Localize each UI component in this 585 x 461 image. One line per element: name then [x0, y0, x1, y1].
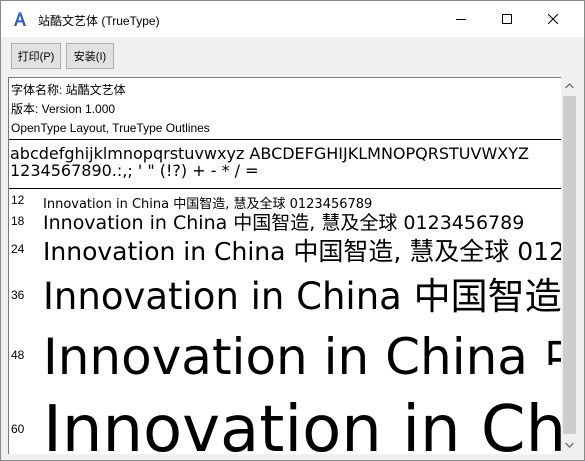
scrollbar-thumb[interactable]: [563, 96, 576, 434]
vertical-scrollbar[interactable]: [561, 77, 578, 453]
maximize-icon: [502, 14, 512, 24]
sample-text: Innovation in China 中国智造, 慧及全球 012345678…: [43, 275, 561, 318]
title-bar[interactable]: 站酷文艺体 (TrueType): [1, 1, 584, 37]
font-a-icon: [11, 10, 29, 28]
size-label: 48: [11, 348, 25, 362]
close-icon: [548, 14, 558, 24]
close-button[interactable]: [530, 1, 576, 37]
divider: [9, 139, 561, 140]
size-label: 12: [11, 193, 25, 207]
font-outline-line: OpenType Layout, TrueType Outlines: [11, 121, 210, 135]
font-version-line: 版本: Version 1.000: [11, 102, 116, 116]
print-button[interactable]: 打印(P): [11, 43, 61, 69]
font-viewer-window: 站酷文艺体 (TrueType) 打印(P) 安装(I) 字体名称: 站酷文艺体…: [0, 0, 585, 461]
minimize-button[interactable]: [438, 1, 484, 37]
sample-text: Innovation in China 中国智造, 慧及全球 012345678…: [43, 212, 525, 234]
chevron-up-icon: [565, 82, 574, 88]
scroll-up-button[interactable]: [561, 77, 578, 94]
toolbar: 打印(P) 安装(I): [1, 37, 584, 77]
install-button[interactable]: 安装(I): [66, 43, 114, 69]
font-info: 字体名称: 站酷文艺体 版本: Version 1.000 OpenType L…: [11, 81, 210, 138]
maximize-button[interactable]: [484, 1, 530, 37]
sample-text: Innovation in China 中国智造, 慧及全球 012345678…: [43, 237, 561, 266]
size-label: 60: [11, 422, 25, 436]
window-title: 站酷文艺体 (TrueType): [38, 14, 160, 28]
scroll-down-button[interactable]: [561, 436, 578, 453]
minimize-icon: [456, 19, 466, 20]
chevron-down-icon: [565, 442, 574, 448]
size-label: 18: [11, 214, 25, 228]
charset-digits: 1234567890.:,; ' " (!?) + - * / =: [10, 161, 259, 180]
size-label: 36: [11, 288, 25, 302]
charset-letters: abcdefghijklmnopqrstuvwxyz ABCDEFGHIJKLM…: [10, 144, 529, 163]
size-label: 24: [11, 242, 25, 256]
font-name-line: 字体名称: 站酷文艺体: [11, 83, 126, 97]
font-preview-pane[interactable]: 字体名称: 站酷文艺体 版本: Version 1.000 OpenType L…: [8, 77, 561, 454]
divider: [9, 188, 561, 189]
sample-text: Innovation in China 中国智造, 慧及全球 012345678…: [43, 393, 561, 454]
charset-sample: abcdefghijklmnopqrstuvwxyz ABCDEFGHIJKLM…: [10, 145, 529, 179]
